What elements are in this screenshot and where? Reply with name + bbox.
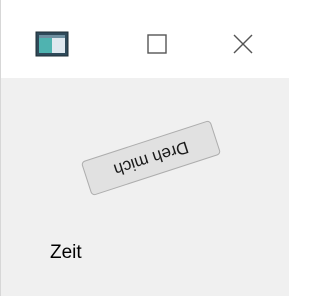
title-bar[interactable] bbox=[1, 0, 289, 78]
maximize-button[interactable] bbox=[127, 18, 187, 74]
close-button[interactable] bbox=[213, 18, 273, 74]
time-label: Zeit bbox=[50, 242, 82, 263]
x-icon bbox=[232, 33, 254, 60]
square-icon bbox=[146, 33, 168, 60]
client-area bbox=[1, 78, 289, 296]
app-window-icon[interactable] bbox=[35, 31, 69, 57]
app-window: Dreh mich Zeit bbox=[0, 0, 289, 296]
